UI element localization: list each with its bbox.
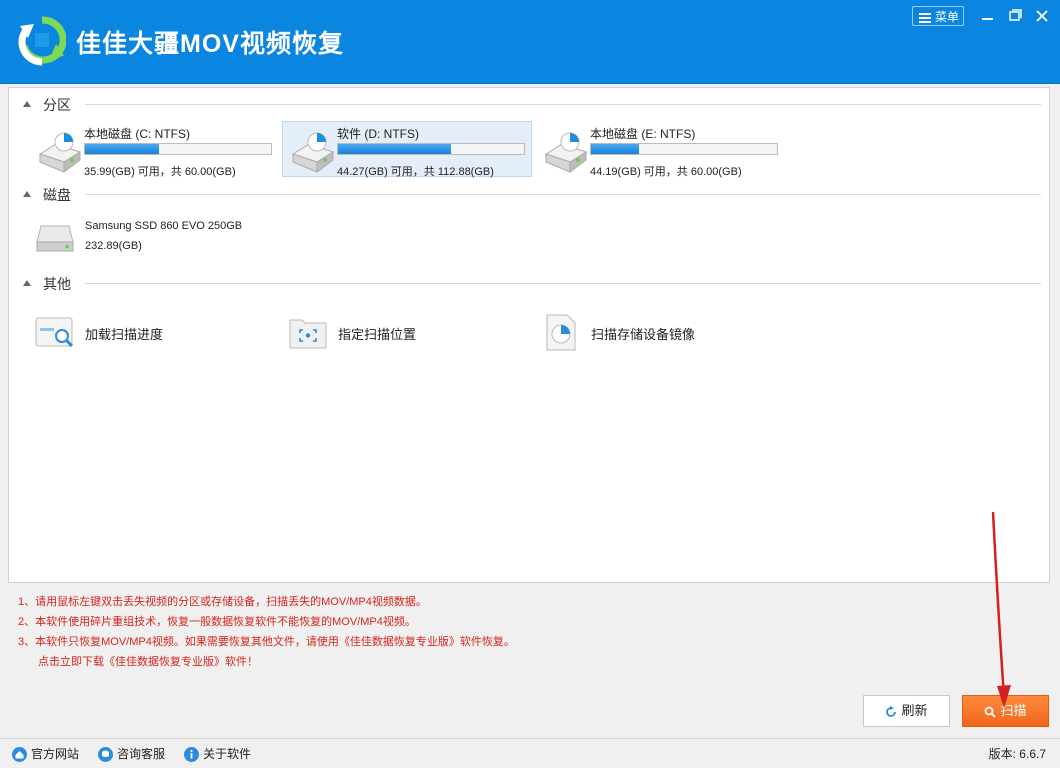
- instruction-line: 3、本软件只恢复MOV/MP4视频。如果需要恢复其他文件，请使用《佳佳数据恢复专…: [18, 632, 718, 652]
- specify-scan-location-item[interactable]: 指定扫描位置: [288, 312, 528, 352]
- partition-usage-bar: [590, 143, 778, 155]
- section-other-label: 其他: [43, 274, 71, 294]
- partition-usage-fill: [338, 144, 451, 154]
- annotation-arrow: [980, 510, 1020, 710]
- disk-item[interactable]: Samsung SSD 860 EVO 250GB 232.89(GB): [33, 216, 283, 264]
- app-logo-icon: [18, 16, 66, 66]
- collapse-triangle-icon[interactable]: [23, 191, 31, 197]
- partition-item-c[interactable]: 本地磁盘 (C: NTFS) 35.99(GB) 可用，共 60.00(GB): [29, 121, 279, 177]
- collapse-triangle-icon[interactable]: [23, 280, 31, 286]
- section-partition[interactable]: 分区: [23, 95, 1041, 115]
- partition-name: 本地磁盘 (E: NTFS): [590, 125, 695, 142]
- menu-button[interactable]: 菜单: [912, 6, 964, 26]
- partition-drive-icon: [36, 130, 82, 174]
- app-title: 佳佳大疆MOV视频恢复: [76, 24, 344, 60]
- chat-icon: [98, 747, 113, 762]
- main-panel: 分区 本地磁盘 (C: NTFS) 35.99(GB) 可用，共 60.00(G…: [8, 87, 1050, 583]
- partition-item-d[interactable]: 软件 (D: NTFS) 44.27(GB) 可用，共 112.88(GB): [282, 121, 532, 177]
- about-software-link[interactable]: 关于软件: [184, 745, 251, 763]
- official-website-label: 官方网站: [31, 747, 79, 761]
- partition-item-e[interactable]: 本地磁盘 (E: NTFS) 44.19(GB) 可用，共 60.00(GB): [535, 121, 785, 177]
- section-divider: [85, 104, 1041, 105]
- menu-icon: [919, 13, 931, 23]
- close-icon[interactable]: [1030, 6, 1054, 26]
- partition-info: 44.19(GB) 可用，共 60.00(GB): [590, 163, 742, 179]
- version-label: 版本: 6.6.7: [989, 745, 1046, 763]
- partition-usage-bar: [337, 143, 525, 155]
- refresh-icon: [885, 706, 897, 718]
- load-scan-progress-item[interactable]: 加载扫描进度: [35, 312, 275, 352]
- partition-drive-icon: [542, 130, 588, 174]
- partition-usage-bar: [84, 143, 272, 155]
- customer-support-link[interactable]: 咨询客服: [98, 745, 165, 763]
- partition-info: 44.27(GB) 可用，共 112.88(GB): [337, 163, 494, 179]
- section-divider: [85, 283, 1041, 284]
- section-other[interactable]: 其他: [23, 274, 1041, 294]
- section-divider: [85, 194, 1041, 195]
- customer-support-label: 咨询客服: [117, 747, 165, 761]
- hard-disk-icon: [35, 222, 75, 254]
- scan-device-image-item[interactable]: 扫描存储设备镜像: [541, 312, 781, 352]
- other-item-label: 扫描存储设备镜像: [591, 324, 695, 343]
- refresh-label: 刷新: [901, 703, 927, 718]
- title-bar: 佳佳大疆MOV视频恢复 菜单: [0, 0, 1060, 84]
- partition-name: 软件 (D: NTFS): [337, 125, 419, 142]
- about-software-label: 关于软件: [203, 747, 251, 761]
- section-disk-label: 磁盘: [43, 185, 71, 205]
- minimize-icon[interactable]: [976, 6, 1000, 26]
- download-pro-link[interactable]: 点击立即下载《佳佳数据恢复专业版》软件！: [18, 652, 718, 672]
- maximize-icon[interactable]: [1002, 6, 1026, 26]
- disk-size: 232.89(GB): [85, 240, 142, 252]
- scan-device-image-icon: [541, 312, 581, 352]
- refresh-button[interactable]: 刷新: [863, 695, 950, 727]
- load-scan-progress-icon: [35, 312, 75, 352]
- partition-name: 本地磁盘 (C: NTFS): [84, 125, 190, 142]
- info-icon: [184, 747, 199, 762]
- partition-usage-fill: [85, 144, 159, 154]
- menu-label: 菜单: [935, 10, 959, 24]
- other-item-label: 加载扫描进度: [85, 324, 163, 343]
- partition-info: 35.99(GB) 可用，共 60.00(GB): [84, 163, 236, 179]
- specify-scan-location-icon: [288, 312, 328, 352]
- official-website-link[interactable]: 官方网站: [12, 745, 79, 763]
- status-bar: 官方网站 咨询客服 关于软件 版本: 6.6.7: [0, 738, 1060, 768]
- section-partition-label: 分区: [43, 95, 71, 115]
- partition-usage-fill: [591, 144, 639, 154]
- home-icon: [12, 747, 27, 762]
- disk-name: Samsung SSD 860 EVO 250GB: [85, 220, 242, 232]
- instruction-line: 1、请用鼠标左键双击丢失视频的分区或存储设备，扫描丢失的MOV/MP4视频数据。: [18, 592, 718, 612]
- other-item-label: 指定扫描位置: [338, 324, 416, 343]
- instructions-panel: 1、请用鼠标左键双击丢失视频的分区或存储设备，扫描丢失的MOV/MP4视频数据。…: [18, 592, 718, 672]
- partition-drive-icon: [289, 130, 335, 174]
- instruction-line: 2、本软件使用碎片重组技术，恢复一般数据恢复软件不能恢复的MOV/MP4视频。: [18, 612, 718, 632]
- section-disk[interactable]: 磁盘: [23, 185, 1041, 205]
- collapse-triangle-icon[interactable]: [23, 101, 31, 107]
